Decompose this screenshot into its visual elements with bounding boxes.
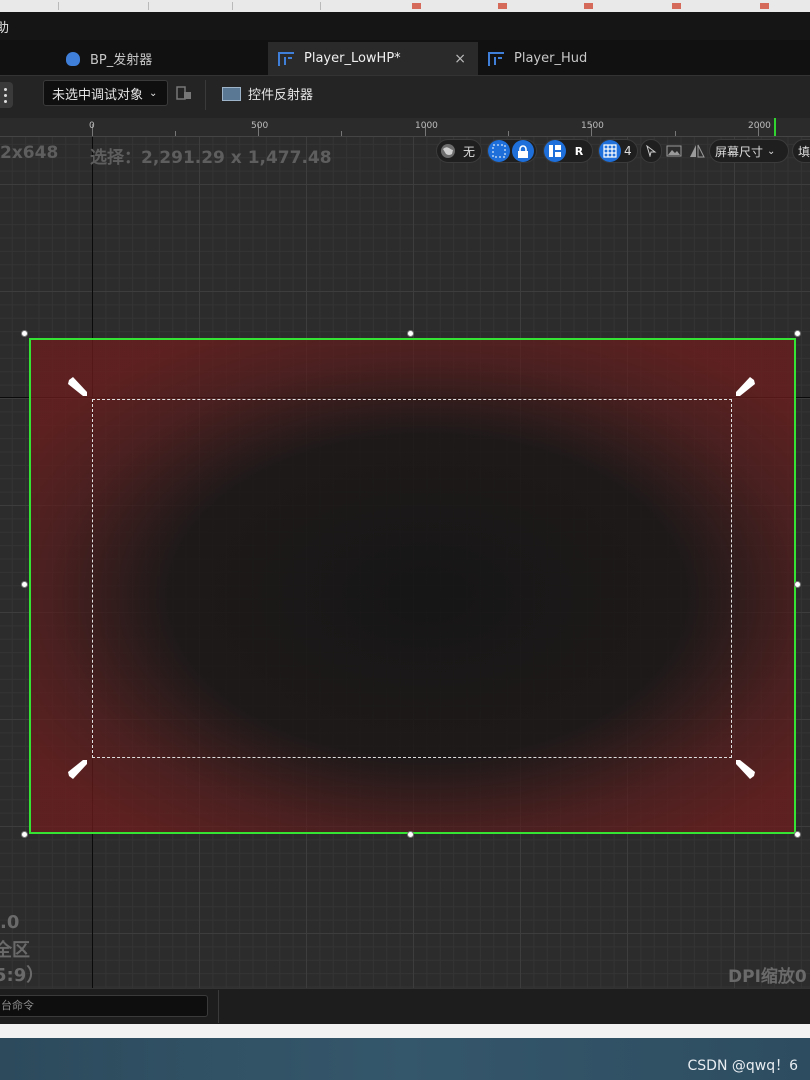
cursor-icon bbox=[641, 140, 661, 162]
debug-select-value: 未选中调试对象 bbox=[52, 87, 144, 103]
debug-object-select[interactable]: 未选中调试对象 ⌄ bbox=[43, 80, 168, 106]
snap-lock-group[interactable] bbox=[487, 139, 537, 163]
screen-size-label: 屏幕尺寸 bbox=[715, 144, 764, 159]
menu-item-help[interactable]: 助 bbox=[0, 17, 9, 36]
tab-label: Player_LowHP* bbox=[304, 51, 401, 66]
globe-icon bbox=[437, 140, 459, 162]
resize-handle-left[interactable] bbox=[21, 581, 28, 588]
anchor-bounds bbox=[92, 399, 732, 758]
close-icon[interactable]: × bbox=[454, 51, 466, 67]
console-command-input[interactable]: 台命令 bbox=[0, 995, 208, 1017]
window-bottom-edge bbox=[0, 1024, 810, 1038]
grid-snap-group[interactable]: 4 bbox=[598, 139, 638, 163]
anchor-handle-top-left-icon[interactable] bbox=[67, 376, 87, 396]
ruler-cursor-marker bbox=[774, 118, 776, 136]
respect-locks-button[interactable]: R bbox=[568, 140, 590, 162]
zoom-info-line: .0 bbox=[0, 912, 20, 933]
console-divider bbox=[218, 990, 219, 1023]
resize-handle-top[interactable] bbox=[407, 330, 414, 337]
resize-handle-right[interactable] bbox=[794, 581, 801, 588]
ruler-label: 500 bbox=[251, 121, 269, 131]
resolution-readout: 2x648 bbox=[0, 143, 59, 163]
anchor-handle-top-right-icon[interactable] bbox=[736, 376, 756, 396]
layout-respect-group[interactable]: R bbox=[543, 139, 593, 163]
selection-marquee-icon[interactable] bbox=[488, 140, 510, 162]
fill-screen-dropdown[interactable]: 填 bbox=[792, 139, 810, 163]
widget-reflector-button[interactable]: 控件反射器 bbox=[222, 84, 313, 103]
watermark: CSDN @qwq！6 bbox=[687, 1058, 799, 1074]
ruler-label: 1500 bbox=[581, 121, 604, 131]
more-options-icon[interactable] bbox=[0, 82, 13, 108]
lock-icon[interactable] bbox=[512, 140, 534, 162]
resize-handle-top-right[interactable] bbox=[794, 330, 801, 337]
ruler-label: 0 bbox=[89, 121, 95, 131]
world-space-label: 无 bbox=[463, 144, 476, 159]
menu-bar bbox=[0, 12, 810, 40]
browser-tab-strip bbox=[0, 0, 810, 12]
tab-player-hud[interactable]: Player_Hud bbox=[488, 42, 688, 75]
ruler-label: 1000 bbox=[415, 121, 438, 131]
widget-reflector-label: 控件反射器 bbox=[248, 88, 314, 103]
screen-size-dropdown[interactable]: 屏幕尺寸 ⌄ bbox=[709, 139, 789, 163]
resize-handle-bottom[interactable] bbox=[407, 831, 414, 838]
anchor-handle-bottom-left-icon[interactable] bbox=[67, 760, 87, 780]
tab-bp-emitter[interactable]: BP_发射器 bbox=[60, 42, 271, 75]
dpi-scale-readout: DPI缩放0 bbox=[728, 967, 807, 987]
anchor-handle-bottom-right-icon[interactable] bbox=[736, 760, 756, 780]
selection-size-readout: 选择：2,291.29 x 1,477.48 bbox=[90, 148, 332, 168]
ruler-label: 2000 bbox=[748, 121, 771, 131]
aspect-ratio-info-line: 5:9） bbox=[0, 965, 45, 986]
grid-icon[interactable] bbox=[599, 140, 621, 162]
safe-zone-info-line: 全区 bbox=[0, 940, 30, 961]
tab-label: Player_Hud bbox=[514, 51, 588, 66]
toolbar-divider bbox=[205, 80, 206, 110]
blueprint-icon bbox=[66, 51, 80, 66]
widget-blueprint-icon bbox=[278, 51, 294, 66]
fill-screen-label: 填 bbox=[798, 144, 810, 159]
flip-preview-toggle[interactable] bbox=[640, 139, 662, 163]
world-space-toggle[interactable]: 无 bbox=[436, 139, 482, 163]
debug-browse-icon[interactable] bbox=[176, 86, 192, 100]
resize-handle-top-left[interactable] bbox=[21, 330, 28, 337]
grid-snap-value: 4 bbox=[624, 144, 632, 158]
resize-handle-bottom-right[interactable] bbox=[794, 831, 801, 838]
tab-player-lowhp[interactable]: Player_LowHP* × bbox=[268, 42, 478, 75]
image-icon[interactable] bbox=[663, 140, 685, 162]
chevron-down-icon: ⌄ bbox=[149, 87, 158, 99]
chevron-down-icon: ⌄ bbox=[767, 145, 776, 157]
widget-blueprint-icon bbox=[488, 51, 504, 66]
horizontal-ruler bbox=[0, 118, 810, 137]
resize-handle-bottom-left[interactable] bbox=[21, 831, 28, 838]
tab-label: BP_发射器 bbox=[90, 53, 153, 68]
layout-icon[interactable] bbox=[544, 140, 566, 162]
mirror-icon[interactable] bbox=[686, 140, 708, 162]
monitor-icon bbox=[222, 86, 241, 101]
